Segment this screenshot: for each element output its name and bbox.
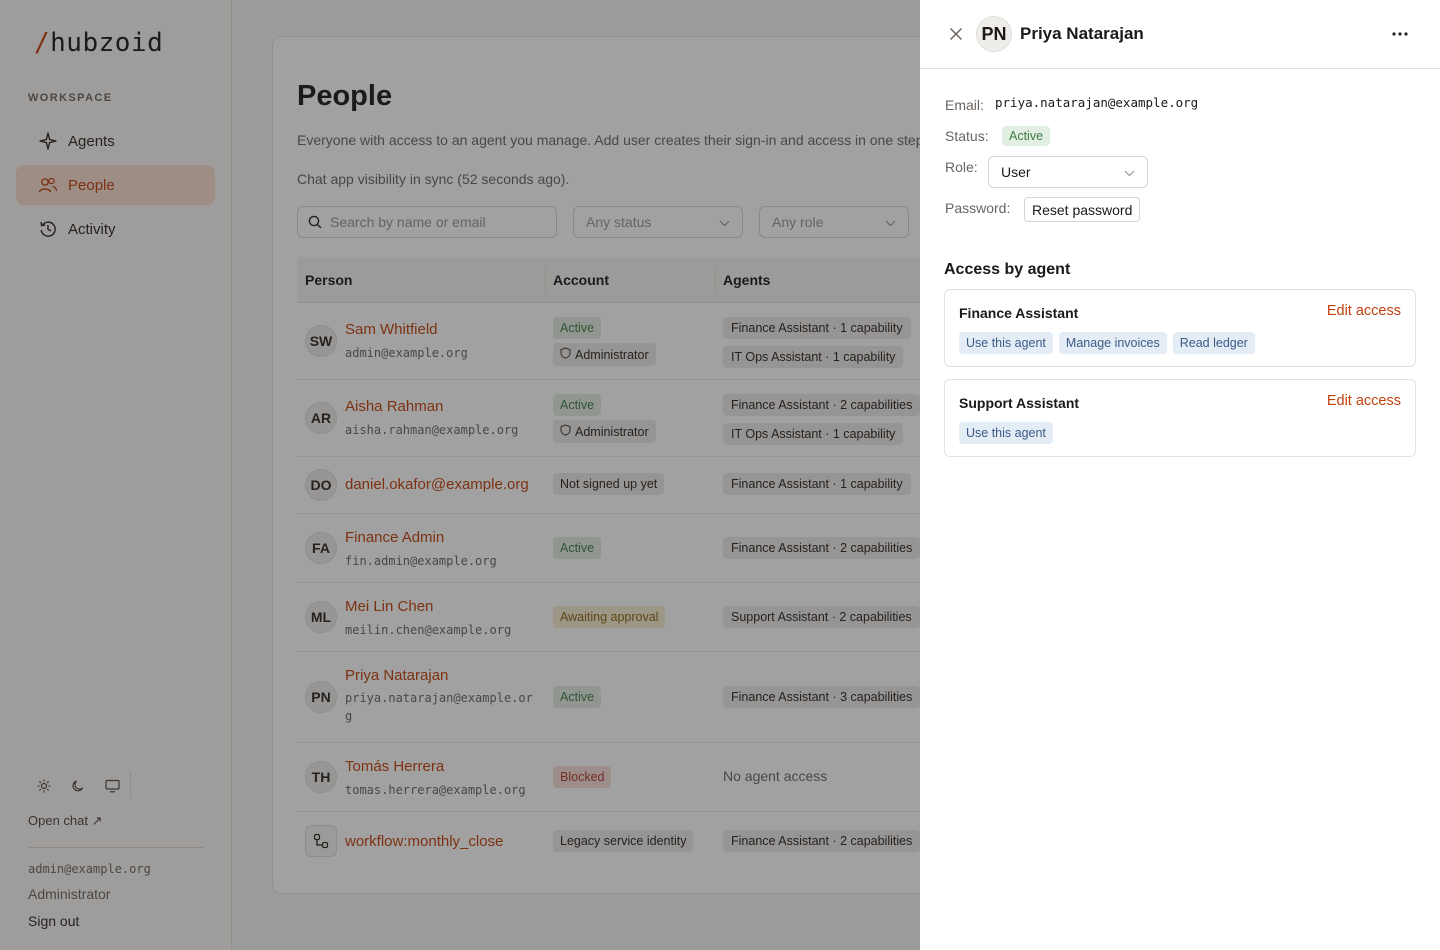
edit-access-link[interactable]: Edit access: [1327, 303, 1401, 319]
more-horizontal-icon[interactable]: [1388, 24, 1412, 44]
capability-chip: Read ledger: [1172, 332, 1255, 354]
reset-password-button[interactable]: Reset password: [1024, 197, 1141, 222]
drawer-title: Priya Natarajan: [1020, 24, 1144, 43]
agent-access-card: Support Assistant Edit access Use this a…: [944, 379, 1416, 457]
status-label: Status:: [945, 128, 989, 144]
capability-chip: Use this agent: [959, 332, 1053, 354]
capability-chip: Use this agent: [959, 422, 1053, 444]
modal-backdrop[interactable]: [0, 0, 920, 950]
agent-name: Finance Assistant: [959, 305, 1079, 321]
role-select-value: User: [1001, 164, 1031, 180]
close-icon[interactable]: [946, 24, 966, 44]
drawer-header: PN Priya Natarajan: [920, 0, 1440, 69]
email-label: Email:: [945, 97, 984, 113]
email-value: priya.natarajan@example.org: [995, 95, 1199, 110]
capability-list: Use this agent Manage invoices Read ledg…: [959, 332, 1255, 354]
role-label: Role:: [945, 159, 978, 175]
access-section-title: Access by agent: [944, 261, 1071, 278]
agent-name: Support Assistant: [959, 395, 1080, 411]
agent-access-card: Finance Assistant Edit access Use this a…: [944, 289, 1416, 367]
edit-access-link[interactable]: Edit access: [1327, 393, 1401, 409]
chevron-down-icon: [1124, 164, 1135, 180]
person-detail-drawer: PN Priya Natarajan Email: priya.nataraja…: [920, 0, 1440, 950]
avatar: PN: [976, 16, 1012, 52]
capability-list: Use this agent: [959, 422, 1053, 444]
password-label: Password:: [945, 200, 1011, 216]
status-badge: Active: [1002, 126, 1051, 146]
capability-chip: Manage invoices: [1058, 332, 1167, 354]
role-select[interactable]: User: [988, 156, 1148, 188]
